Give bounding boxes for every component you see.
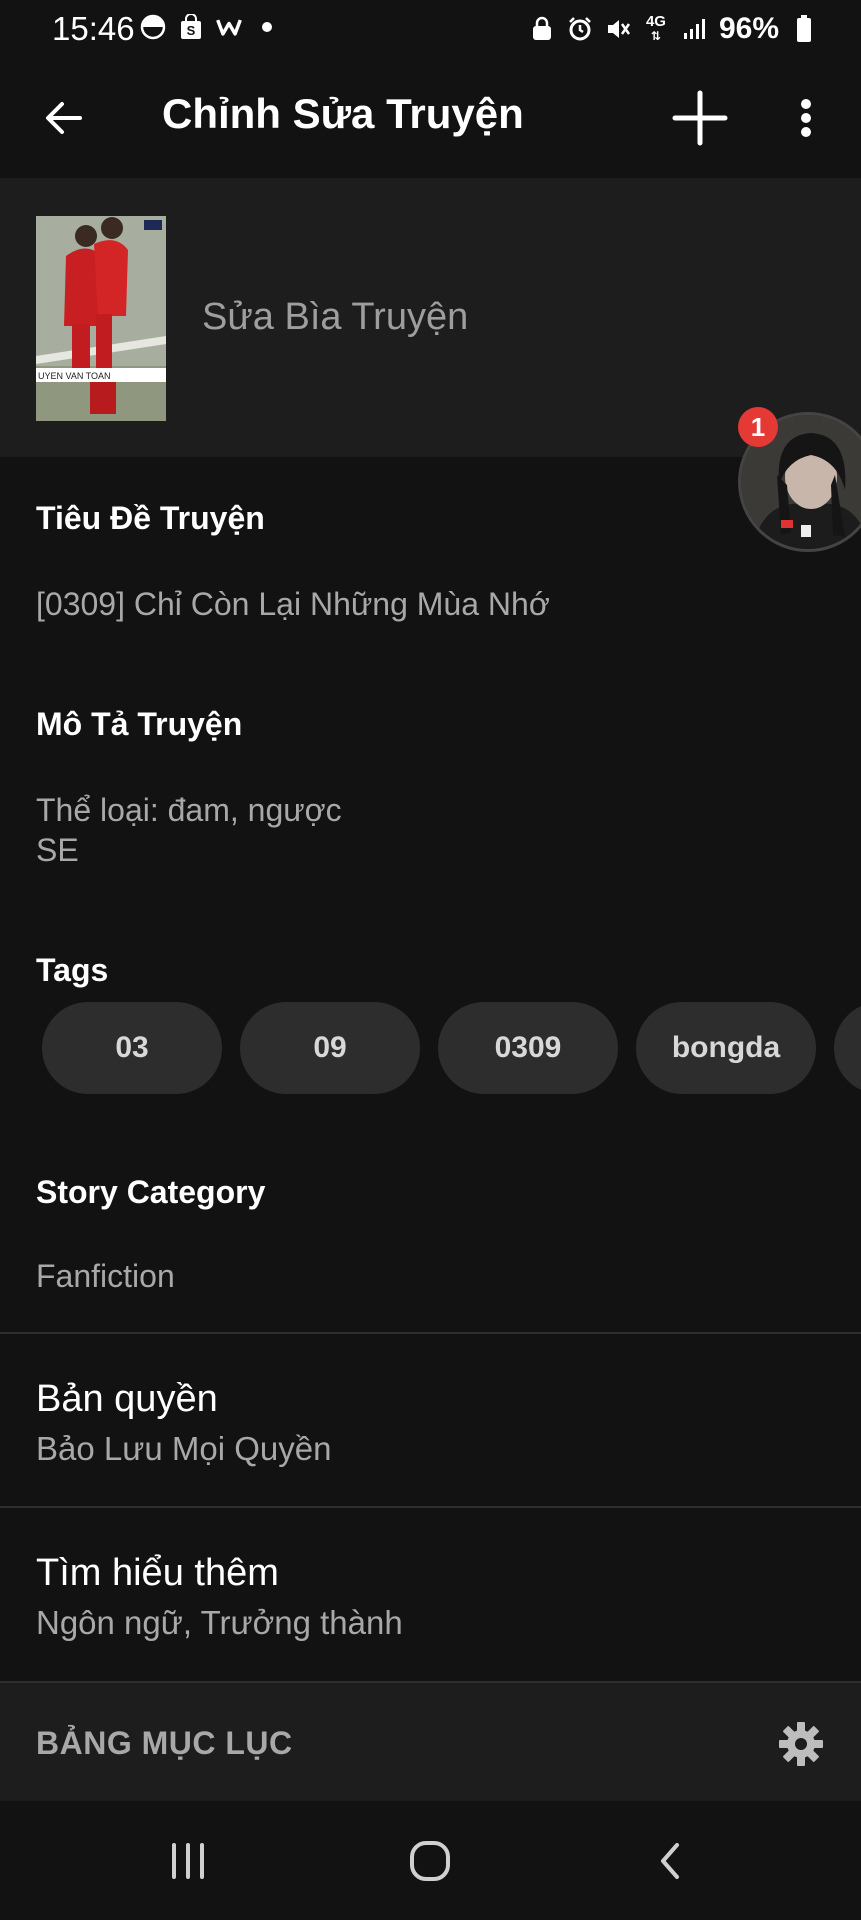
plus-icon [672,90,728,146]
wattpad-icon [216,14,242,40]
story-title-label: Tiêu Đề Truyện [36,500,265,536]
system-icons: 4G ⇅ 96% [529,12,817,46]
lock-icon [529,16,555,42]
tag-chip[interactable]: 0309 [438,1002,618,1094]
system-nav-bar [0,1801,861,1920]
learn-more-title: Tìm hiểu thêm [36,1552,279,1594]
story-title-field[interactable]: [0309] Chỉ Còn Lại Những Mùa Nhớ [36,584,550,624]
gear-icon [779,1722,823,1766]
home-icon [410,1841,450,1881]
battery-percent: 96% [718,12,779,45]
cover-thumbnail[interactable]: UYEN VAN TOAN [36,216,166,421]
status-time: 15:46 [52,10,135,47]
more-options-button[interactable] [780,86,832,150]
svg-text:S: S [187,23,196,38]
system-back-button[interactable] [630,1831,710,1891]
battery-icon [791,15,817,42]
half-circle-icon [140,14,166,40]
tags-label: Tags [36,952,109,988]
home-button[interactable] [390,1831,470,1891]
cover-caption: UYEN VAN TOAN [38,371,111,381]
description-line: Thể loại: đam, ngược [36,792,342,828]
add-part-button[interactable] [664,82,736,154]
tag-chip[interactable]: 09 [240,1002,420,1094]
notification-icons: S [140,14,280,40]
edit-cover-row[interactable]: UYEN VAN TOAN Sửa Bìa Truyện [0,178,861,457]
story-description-label: Mô Tả Truyện [36,706,243,742]
network-4g-icon: 4G ⇅ [645,13,666,43]
tag-chip-overflow[interactable] [834,1002,861,1094]
tag-chip[interactable]: 03 [42,1002,222,1094]
arrow-left-icon [46,102,82,134]
tags-list: 03 09 0309 bongda [42,1002,861,1094]
page-title: Chỉnh Sửa Truyện [162,90,524,137]
toc-label: BẢNG MỤC LỤC [36,1725,293,1761]
notification-badge: 1 [738,407,778,447]
description-line: SE [36,832,79,868]
alarm-icon [567,16,593,42]
status-bar: 15:46 S 4G ⇅ 96% [0,0,861,60]
copyright-title: Bản quyền [36,1378,218,1420]
recent-apps-icon [172,1843,204,1879]
back-button[interactable] [36,90,92,146]
copyright-subtitle: Bảo Lưu Mọi Quyền [36,1430,332,1467]
story-description-field[interactable]: Thể loại: đam, ngược SE [36,790,342,870]
recent-apps-button[interactable] [148,1831,228,1891]
copyright-row[interactable]: Bản quyền Bảo Lưu Mọi Quyền [0,1334,861,1506]
shopping-bag-icon: S [178,14,204,40]
story-category-field[interactable]: Fanfiction [36,1256,175,1296]
tag-chip[interactable]: bongda [636,1002,816,1094]
back-chevron-icon [661,1843,679,1879]
edit-cover-label: Sửa Bìa Truyện [202,296,469,338]
mute-icon [605,16,631,42]
learn-more-row[interactable]: Tìm hiểu thêm Ngôn ngữ, Trưởng thành [0,1508,861,1682]
learn-more-subtitle: Ngôn ngữ, Trưởng thành [36,1604,403,1641]
dot-icon [254,14,280,40]
signal-icon [681,16,707,42]
table-of-contents-header: BẢNG MỤC LỤC [0,1683,861,1801]
app-bar: Chỉnh Sửa Truyện [0,60,861,178]
more-vertical-icon [801,99,811,137]
network-label: 4G [645,13,666,30]
toc-settings-button[interactable] [776,1719,826,1769]
story-category-label: Story Category [36,1174,266,1210]
